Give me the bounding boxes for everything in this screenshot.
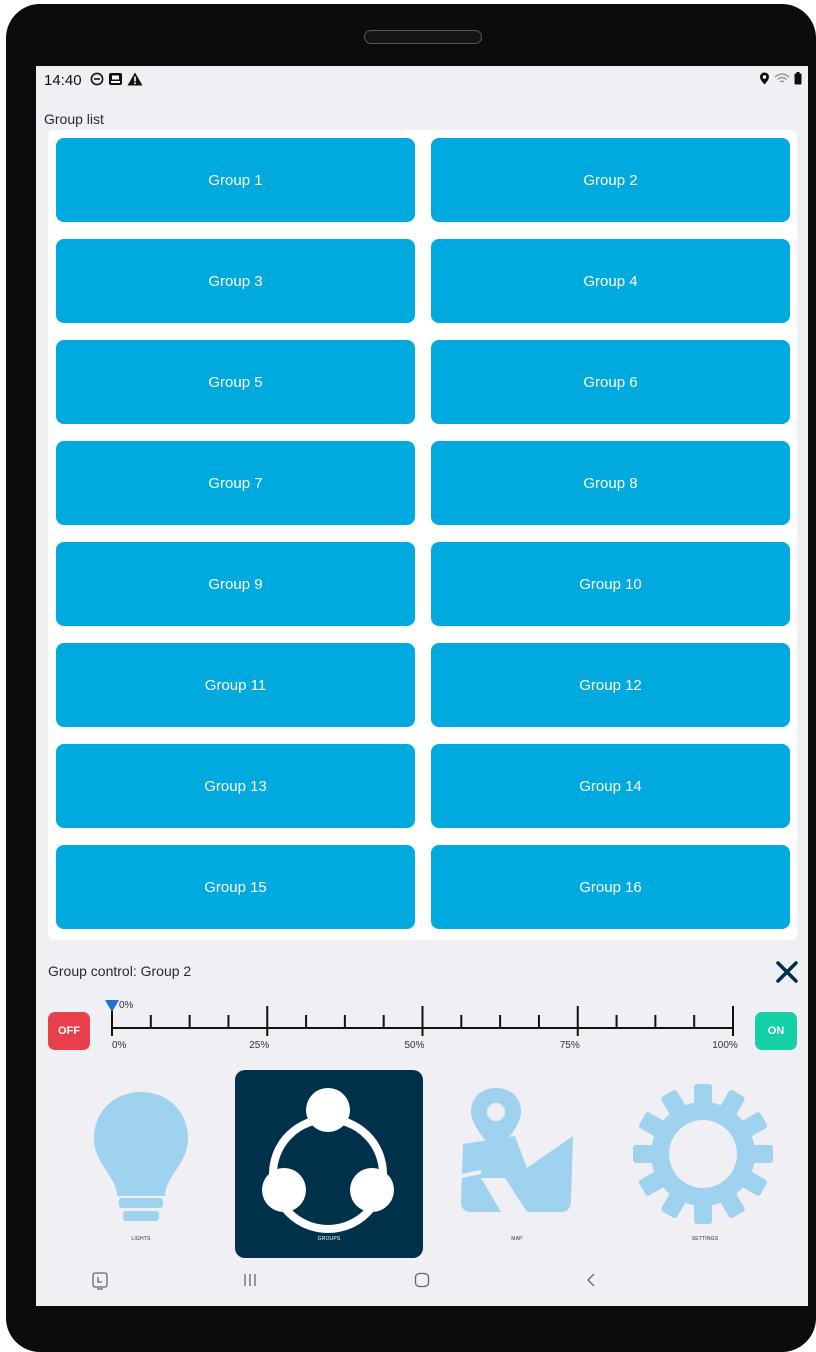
nav-label-lights: LIGHTS [131, 1236, 151, 1242]
status-time: 14:40 [44, 72, 82, 89]
home-icon[interactable] [414, 1272, 430, 1288]
battery-icon [794, 72, 802, 85]
app-screen: 14:40 Group list Group 1 Group 2 Group 3… [36, 66, 808, 1306]
group-button[interactable]: Group 8 [431, 441, 790, 525]
nav-map[interactable]: MAP [423, 1070, 611, 1258]
group-button[interactable]: Group 9 [56, 542, 415, 626]
status-left-icons [90, 72, 143, 86]
screenshot-icon [109, 73, 122, 85]
group-button[interactable]: Group 16 [431, 845, 790, 929]
location-icon [760, 72, 769, 85]
nav-lights[interactable]: LIGHTS [47, 1070, 235, 1258]
nav-label-map: MAP [511, 1236, 523, 1242]
nav-settings[interactable]: SETTINGS [611, 1070, 799, 1258]
slider-thumb [105, 1000, 119, 1012]
group-button[interactable]: Group 14 [431, 744, 790, 828]
group-button[interactable]: Group 11 [56, 643, 415, 727]
speaker-grille [364, 30, 482, 44]
nav-groups[interactable]: GROUPS [235, 1070, 423, 1258]
slider-tick-label: 75% [560, 1040, 580, 1051]
group-button[interactable]: Group 7 [56, 441, 415, 525]
group-button[interactable]: Group 6 [431, 340, 790, 424]
do-not-disturb-icon [90, 72, 104, 86]
group-button[interactable]: Group 5 [56, 340, 415, 424]
wifi-icon [774, 73, 790, 83]
close-icon[interactable] [773, 958, 801, 986]
system-navigation-bar [36, 1262, 808, 1306]
group-control-title: Group control: Group 2 [48, 963, 192, 979]
slider-value-label: 0% [119, 1000, 134, 1011]
keyboard-icon[interactable] [92, 1272, 108, 1290]
status-right-icons [759, 72, 802, 85]
group-button[interactable]: Group 10 [431, 542, 790, 626]
status-bar: 14:40 [36, 66, 808, 94]
group-button[interactable]: Group 3 [56, 239, 415, 323]
group-button[interactable]: Group 12 [431, 643, 790, 727]
gear-icon [633, 1084, 773, 1224]
tablet-frame: 14:40 Group list Group 1 Group 2 Group 3… [6, 4, 816, 1352]
group-list-title: Group list [44, 111, 104, 127]
lightbulb-icon [94, 1092, 188, 1221]
warning-icon [127, 72, 143, 86]
off-button[interactable]: OFF [48, 1012, 90, 1050]
recent-apps-icon[interactable] [243, 1272, 257, 1288]
group-button[interactable]: Group 15 [56, 845, 415, 929]
group-button[interactable]: Group 13 [56, 744, 415, 828]
slider-tick-label: 0% [112, 1040, 127, 1051]
group-button[interactable]: Group 1 [56, 138, 415, 222]
bottom-navigation: LIGHTS GROUPS MAP SETTINGS [36, 1066, 808, 1262]
group-list-panel: Group 1 Group 2 Group 3 Group 4 Group 5 … [48, 130, 797, 940]
slider-tick-label: 100% [712, 1040, 738, 1051]
group-grid: Group 1 Group 2 Group 3 Group 4 Group 5 … [56, 138, 790, 929]
slider-tick-label: 50% [404, 1040, 424, 1051]
back-icon[interactable] [585, 1272, 597, 1288]
on-button[interactable]: ON [755, 1012, 797, 1050]
group-button[interactable]: Group 4 [431, 239, 790, 323]
map-icon [460, 1088, 573, 1212]
nav-label-settings: SETTINGS [691, 1236, 719, 1242]
share-network-icon [262, 1088, 394, 1233]
nav-label-groups: GROUPS [317, 1236, 341, 1242]
slider-tick-label: 25% [249, 1040, 269, 1051]
group-button[interactable]: Group 2 [431, 138, 790, 222]
